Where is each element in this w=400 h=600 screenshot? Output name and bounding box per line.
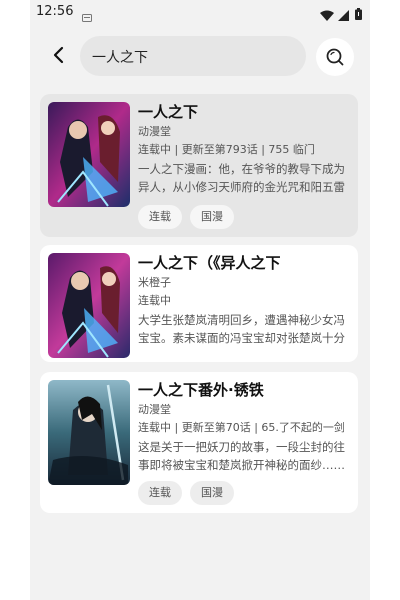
tag[interactable]: 国漫 — [190, 205, 234, 229]
notification-icon — [82, 7, 92, 26]
result-author: 动漫堂 — [138, 403, 171, 416]
result-info: 一人之下番外·锈铁 动漫堂 连载中 | 更新至第70话 | 65.了不起的一剑 … — [138, 380, 352, 474]
result-info: 一人之下（《异人之下 米橙子 连载中 大学生张楚岚清明回乡，遭遇神秘少女冯宝宝。… — [138, 253, 352, 347]
battery-icon — [355, 5, 362, 24]
result-author: 米橙子 — [138, 276, 171, 289]
tag-list: 连载 国漫 — [138, 205, 242, 229]
result-description: 一人之下漫画：他，在爷爷的教导下成为异人，从小修习天师府的金光咒和阳五雷 — [138, 162, 345, 194]
search-button[interactable] — [316, 38, 354, 76]
result-status: 连载中 | 更新至第70话 | 65.了不起的一剑 — [138, 421, 345, 434]
result-description: 这是关于一把妖刀的故事，一段尘封的往事即将被宝宝和楚岚掀开神秘的面纱…… — [138, 440, 345, 472]
cover-image — [48, 102, 130, 207]
result-card[interactable]: 一人之下番外·锈铁 动漫堂 连载中 | 更新至第70话 | 65.了不起的一剑 … — [40, 372, 358, 513]
result-description: 大学生张楚岚清明回乡，遭遇神秘少女冯宝宝。素未谋面的冯宝宝却对张楚岚十分熟悉 — [138, 313, 345, 345]
result-card[interactable]: 一人之下（《异人之下 米橙子 连载中 大学生张楚岚清明回乡，遭遇神秘少女冯宝宝。… — [40, 245, 358, 362]
search-input[interactable]: 一人之下 — [80, 36, 306, 76]
result-info: 一人之下 动漫堂 连载中 | 更新至第793话 | 755 临门 一人之下漫画：… — [138, 102, 352, 196]
app-screen: 12:56 一人之下 一人之下 动漫堂 连载中 | 更新至第793话 | 755… — [30, 0, 370, 600]
result-title: 一人之下 — [138, 103, 199, 121]
tag[interactable]: 连载 — [138, 481, 182, 505]
tag-list: 连载 国漫 — [138, 481, 242, 505]
result-status: 连载中 — [138, 294, 171, 307]
cover-image — [48, 253, 130, 358]
signal-icon — [338, 6, 349, 25]
status-time: 12:56 — [36, 4, 74, 19]
result-card[interactable]: 一人之下 动漫堂 连载中 | 更新至第793话 | 755 临门 一人之下漫画：… — [40, 94, 358, 237]
tag[interactable]: 国漫 — [190, 481, 234, 505]
result-title: 一人之下番外·锈铁 — [138, 381, 264, 399]
status-bar: 12:56 — [30, 0, 370, 24]
result-status: 连载中 | 更新至第793话 | 755 临门 — [138, 143, 315, 156]
result-title: 一人之下（《异人之下 — [138, 254, 281, 272]
cover-image — [48, 380, 130, 485]
back-arrow-icon[interactable] — [48, 44, 70, 66]
tag[interactable]: 连载 — [138, 205, 182, 229]
wifi-icon — [320, 6, 334, 25]
search-bar: 一人之下 — [30, 36, 370, 78]
search-query: 一人之下 — [92, 50, 148, 66]
result-author: 动漫堂 — [138, 125, 171, 138]
